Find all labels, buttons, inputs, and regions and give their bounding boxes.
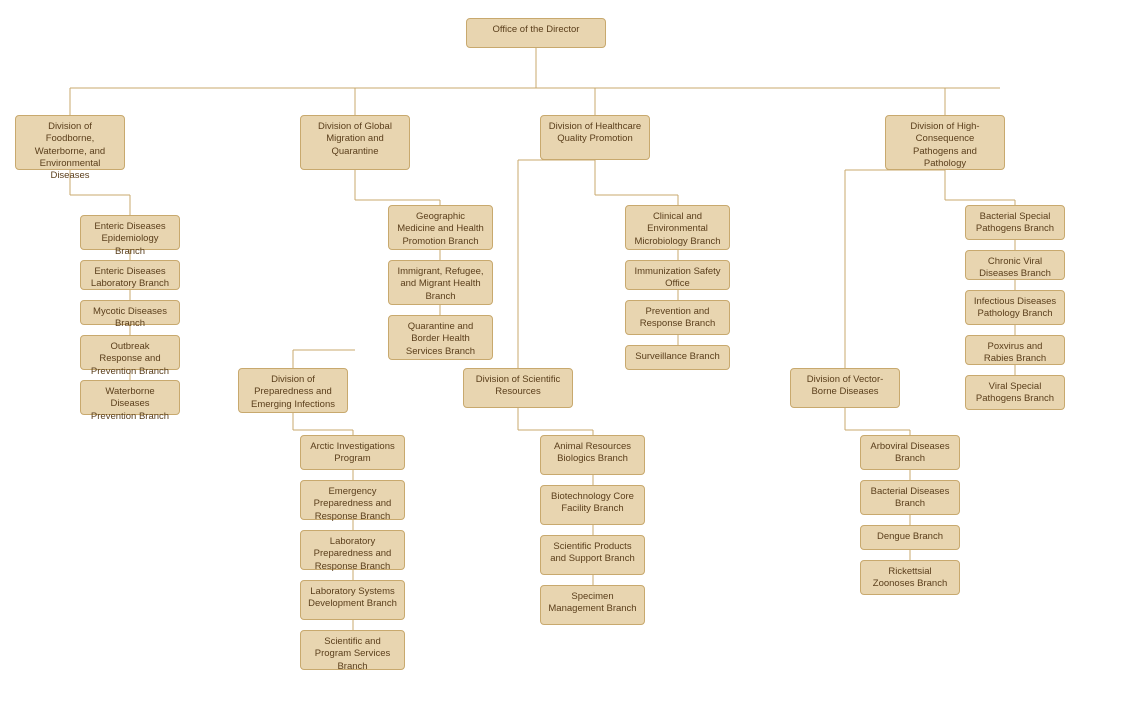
bacterial-special-node: Bacterial Special Pathogens Branch [965,205,1065,240]
director-node: Office of the Director [466,18,606,48]
lab-systems-node: Laboratory Systems Development Branch [300,580,405,620]
div-scientific-node: Division of Scientific Resources [463,368,573,408]
dengue-node: Dengue Branch [860,525,960,550]
emergency-prep-node: Emergency Preparedness and Response Bran… [300,480,405,520]
arctic-node: Arctic Investigations Program [300,435,405,470]
poxvirus-node: Poxvirus and Rabies Branch [965,335,1065,365]
animal-resources-node: Animal Resources Biologics Branch [540,435,645,475]
infectious-path-node: Infectious Diseases Pathology Branch [965,290,1065,325]
chronic-viral-node: Chronic Viral Diseases Branch [965,250,1065,280]
immunization-node: Immunization Safety Office [625,260,730,290]
surveillance-node: Surveillance Branch [625,345,730,370]
div-preparedness-node: Division of Preparedness and Emerging In… [238,368,348,413]
div-vectorborne-node: Division of Vector-Borne Diseases [790,368,900,408]
waterborne-node: Waterborne Diseases Prevention Branch [80,380,180,415]
biotech-node: Biotechnology Core Facility Branch [540,485,645,525]
div-healthcare-node: Division of Healthcare Quality Promotion [540,115,650,160]
specimen-node: Specimen Management Branch [540,585,645,625]
viral-special-node: Viral Special Pathogens Branch [965,375,1065,410]
enteric-lab-node: Enteric Diseases Laboratory Branch [80,260,180,290]
quarantine-border-node: Quarantine and Border Health Services Br… [388,315,493,360]
arboviral-node: Arboviral Diseases Branch [860,435,960,470]
geo-med-node: Geographic Medicine and Health Promotion… [388,205,493,250]
outbreak-node: Outbreak Response and Prevention Branch [80,335,180,370]
prevention-response-node: Prevention and Response Branch [625,300,730,335]
clinical-env-node: Clinical and Environmental Microbiology … [625,205,730,250]
scientific-products-node: Scientific Products and Support Branch [540,535,645,575]
bacterial-diseases-node: Bacterial Diseases Branch [860,480,960,515]
lab-prep-node: Laboratory Preparedness and Response Bra… [300,530,405,570]
org-chart: Office of the Director Division of Foodb… [0,0,1132,708]
enteric-epi-node: Enteric Diseases Epidemiology Branch [80,215,180,250]
div-foodborne-node: Division of Foodborne, Waterborne, and E… [15,115,125,170]
scientific-program-node: Scientific and Program Services Branch [300,630,405,670]
immigrant-node: Immigrant, Refugee, and Migrant Health B… [388,260,493,305]
div-highconsequence-node: Division of High-Consequence Pathogens a… [885,115,1005,170]
rickettsial-node: Rickettsial Zoonoses Branch [860,560,960,595]
div-migration-node: Division of Global Migration and Quarant… [300,115,410,170]
mycotic-node: Mycotic Diseases Branch [80,300,180,325]
